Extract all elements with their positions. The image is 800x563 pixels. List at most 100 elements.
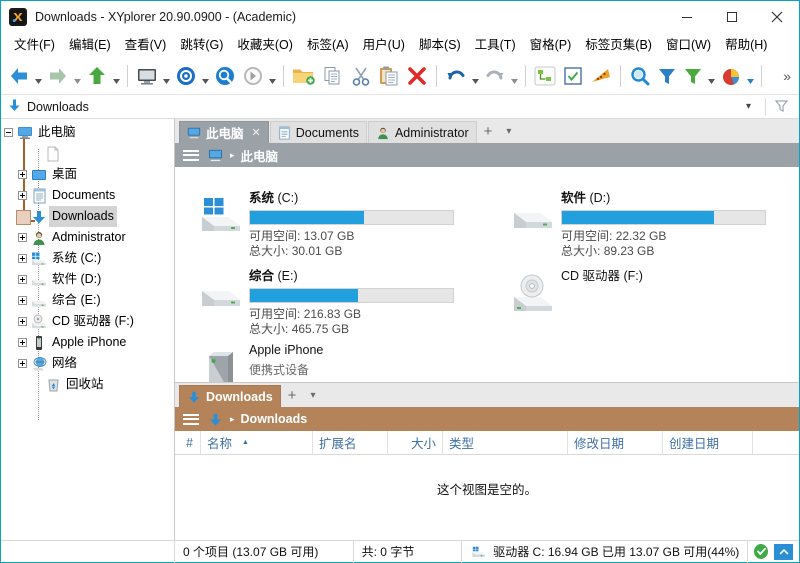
target-dropdown-icon[interactable] <box>200 61 211 91</box>
copy-icon[interactable] <box>319 61 347 91</box>
checkbox-select-icon[interactable] <box>559 61 587 91</box>
tree-node-apple-iphone[interactable]: Apple iPhone <box>1 332 174 353</box>
menu-file[interactable]: 文件(F) <box>7 36 62 55</box>
toolbar-overflow-button[interactable]: » <box>783 68 795 84</box>
minimize-button[interactable] <box>664 1 709 33</box>
breadcrumb-text[interactable]: Downloads <box>241 412 308 426</box>
address-dropdown-icon[interactable]: ▾ <box>738 101 759 112</box>
check-icon[interactable] <box>754 544 769 559</box>
tab-close-icon[interactable]: ✕ <box>252 126 261 139</box>
computer-dropdown-icon[interactable] <box>161 61 172 91</box>
tab-this-pc[interactable]: 此电脑 ✕ <box>179 121 269 143</box>
disk-report-icon[interactable] <box>717 61 745 91</box>
drive-item-iphone[interactable]: Apple iPhone 便携式设备 <box>175 333 487 382</box>
drives-view[interactable]: 系统 (C:) 可用空间: 13.07 GB 总大小: 30.01 GB 软件 … <box>175 167 799 382</box>
menu-favorites[interactable]: 收藏夹(O) <box>230 36 300 55</box>
column-header-size[interactable]: 大小 <box>388 430 443 455</box>
menu-window[interactable]: 窗口(W) <box>659 36 718 55</box>
tree-sync-icon[interactable] <box>531 61 559 91</box>
new-folder-icon[interactable] <box>289 61 319 91</box>
drive-item-c[interactable]: 系统 (C:) 可用空间: 13.07 GB 总大小: 30.01 GB <box>175 177 487 258</box>
tree-expander-apple-iphone[interactable] <box>15 332 29 353</box>
breadcrumb-text[interactable]: 此电脑 <box>241 146 279 165</box>
add-tab-button[interactable]: + <box>478 121 499 143</box>
tree-node-file[interactable] <box>1 143 174 164</box>
menu-help[interactable]: 帮助(H) <box>718 36 774 55</box>
address-path[interactable]: Downloads <box>27 100 89 114</box>
pane-menu-icon[interactable] <box>183 149 199 161</box>
tree-expander-desktop[interactable] <box>15 164 29 185</box>
up-dropdown-icon[interactable] <box>111 61 122 91</box>
chevron-up-icon[interactable] <box>774 543 793 560</box>
tree-node-network[interactable]: 网络 <box>1 353 174 374</box>
filter-green-icon[interactable] <box>680 61 706 91</box>
tree-expander-this-pc[interactable] <box>1 122 15 143</box>
tree-node-administrator[interactable]: Administrator <box>1 227 174 248</box>
address-filter-icon[interactable] <box>772 98 799 116</box>
cut-icon[interactable] <box>347 61 375 91</box>
column-header-type[interactable]: 类型 <box>443 430 568 455</box>
column-header-name[interactable]: 名称 <box>201 430 313 455</box>
up-icon[interactable] <box>83 61 111 91</box>
tree-expander-drive-c[interactable] <box>15 248 29 269</box>
filter-dropdown-icon[interactable] <box>706 61 717 91</box>
tree-expander-network[interactable] <box>15 353 29 374</box>
color-filter-icon[interactable] <box>587 61 615 91</box>
menu-panes[interactable]: 窗格(P) <box>523 36 579 55</box>
computer-icon[interactable] <box>133 61 161 91</box>
tree-node-downloads[interactable]: Downloads <box>1 206 174 227</box>
menu-scripting[interactable]: 脚本(S) <box>412 36 468 55</box>
back-dropdown-icon[interactable] <box>33 61 44 91</box>
forward-dropdown-icon[interactable] <box>72 61 83 91</box>
undo-dropdown-icon[interactable] <box>470 61 481 91</box>
tab-administrator[interactable]: Administrator <box>367 121 477 143</box>
menu-tools[interactable]: 工具(T) <box>468 36 523 55</box>
menu-tags[interactable]: 标签(A) <box>300 36 356 55</box>
tab-list-dropdown-icon[interactable]: ▾ <box>302 385 323 407</box>
undo-icon[interactable] <box>442 61 470 91</box>
add-tab-button[interactable]: + <box>282 385 303 407</box>
drive-item-d[interactable]: 软件 (D:) 可用空间: 22.32 GB 总大小: 89.23 GB <box>487 177 799 258</box>
back-icon[interactable] <box>5 61 33 91</box>
tree-node-recycle-bin[interactable]: 回收站 <box>1 374 174 395</box>
search-icon[interactable] <box>211 61 239 91</box>
tree-expander-documents[interactable] <box>15 185 29 206</box>
forward-icon[interactable] <box>44 61 72 91</box>
tree-node-drive-d[interactable]: 软件 (D:) <box>1 269 174 290</box>
drive-item-e[interactable]: 综合 (E:) 可用空间: 216.83 GB 总大小: 465.75 GB <box>175 255 487 336</box>
tab-list-dropdown-icon[interactable]: ▾ <box>498 121 519 143</box>
folder-tree[interactable]: 此电脑 桌面 Documents Downloads Administrator… <box>1 119 175 540</box>
tree-node-documents[interactable]: Documents <box>1 185 174 206</box>
menu-go[interactable]: 跳转(G) <box>173 36 230 55</box>
tree-expander-drive-e[interactable] <box>15 290 29 311</box>
find-files-icon[interactable] <box>626 61 654 91</box>
maximize-button[interactable] <box>709 1 754 33</box>
tree-node-desktop[interactable]: 桌面 <box>1 164 174 185</box>
go-dropdown-icon[interactable] <box>267 61 278 91</box>
file-list[interactable]: # 名称 扩展名 大小 类型 修改日期 创建日期 这个视图是空的。 <box>175 430 799 540</box>
tab-downloads[interactable]: Downloads <box>179 385 281 407</box>
drive-item-f[interactable]: CD 驱动器 (F:) <box>487 255 799 333</box>
tree-node-cd-drive[interactable]: CD 驱动器 (F:) <box>1 311 174 332</box>
column-header-created[interactable]: 创建日期 <box>663 430 753 455</box>
filter-blue-icon[interactable] <box>654 61 680 91</box>
column-header-index[interactable]: # <box>175 430 201 455</box>
tree-node-this-pc[interactable]: 此电脑 <box>1 122 174 143</box>
disk-report-dropdown-icon[interactable] <box>745 61 756 91</box>
delete-icon[interactable] <box>403 61 431 91</box>
menu-tabsets[interactable]: 标签页集(B) <box>578 36 659 55</box>
tree-node-drive-c[interactable]: 系统 (C:) <box>1 248 174 269</box>
column-header-modified[interactable]: 修改日期 <box>568 430 663 455</box>
tree-expander-cd-drive[interactable] <box>15 311 29 332</box>
menu-user[interactable]: 用户(U) <box>356 36 412 55</box>
pane-menu-icon[interactable] <box>183 413 199 425</box>
menu-edit[interactable]: 编辑(E) <box>62 36 118 55</box>
tree-node-drive-e[interactable]: 综合 (E:) <box>1 290 174 311</box>
menu-view[interactable]: 查看(V) <box>118 36 174 55</box>
close-button[interactable] <box>754 1 799 33</box>
paste-icon[interactable] <box>375 61 403 91</box>
go-icon[interactable] <box>239 61 267 91</box>
redo-dropdown-icon[interactable] <box>509 61 520 91</box>
tab-documents[interactable]: Documents <box>269 121 367 143</box>
tree-expander-administrator[interactable] <box>15 227 29 248</box>
